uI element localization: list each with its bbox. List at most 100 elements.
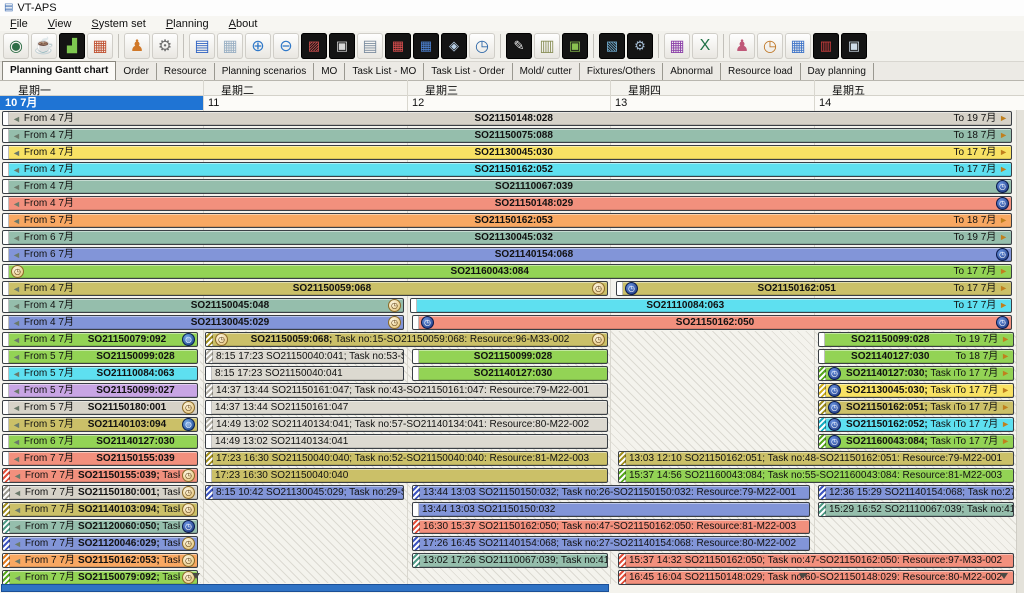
- gantt-bar[interactable]: 12:36 15:29 SO21140154:068; Task no:27-S…: [818, 485, 1014, 500]
- scroll-down-arrow[interactable]: [799, 573, 807, 579]
- alarm-clock-icon[interactable]: ◷: [757, 33, 783, 59]
- date-cell[interactable]: 13: [610, 96, 627, 110]
- gantt-bar[interactable]: ◄From 7 7月SO21140103:094; Task n...◷: [2, 502, 198, 517]
- gantt-bar[interactable]: 13:44 13:03 SO21150150:032; Task no:26-S…: [412, 485, 810, 500]
- gantt-bar[interactable]: ◄From 4 7月SO21150075:088To 18 7月 ►: [2, 128, 1012, 143]
- menu-planning[interactable]: Planning: [156, 18, 219, 30]
- gantt-bar[interactable]: ◄From 4 7月SO21150079:092◍: [2, 332, 198, 347]
- calendar-icon[interactable]: ▦: [87, 33, 113, 59]
- tab-planning-scenarios[interactable]: Planning scenarios: [215, 63, 315, 80]
- gantt-bar[interactable]: ◄From 4 7月SO21150148:028To 19 7月 ►: [2, 111, 1012, 126]
- gantt-bar[interactable]: ◷SO21150162:051; Task no:4...To 17 7月 ►: [818, 400, 1014, 415]
- gantt-bar[interactable]: 14:49 13:02 SO21140134:041; Task no:57-S…: [205, 417, 608, 432]
- tab-mold-cutter[interactable]: Mold/ cutter: [513, 63, 580, 80]
- menu-about[interactable]: About: [219, 18, 268, 30]
- blocks-dark-icon[interactable]: ▦: [413, 33, 439, 59]
- gantt-bar[interactable]: ◄From 4 7月SO21110067:039◷: [2, 179, 1012, 194]
- gantt-bar[interactable]: ◷SO21140127:030; Task no:2...To 17 7月 ►: [818, 366, 1014, 381]
- shield-dark-icon[interactable]: ◈: [441, 33, 467, 59]
- tab-task-list-order[interactable]: Task List - Order: [424, 63, 512, 80]
- gears-icon[interactable]: ⚙: [152, 33, 178, 59]
- folder-dark-icon[interactable]: ▧: [599, 33, 625, 59]
- gantt-bar[interactable]: ◷SO21160043:084To 17 7月 ►: [2, 264, 1012, 279]
- gantt-bar[interactable]: 13:44 13:03 SO21150150:032: [412, 502, 810, 517]
- clock-map-icon[interactable]: ◷: [469, 33, 495, 59]
- tab-planning-gantt-chart[interactable]: Planning Gantt chart: [2, 61, 116, 80]
- gantt-bar[interactable]: ◷SO21150162:052; Task no:4...To 17 7月 ►: [818, 417, 1014, 432]
- gantt-bar[interactable]: ◄From 4 7月SO21150148:029◷: [2, 196, 1012, 211]
- gantt-bar[interactable]: ◄From 4 7月SO21130045:029◷: [2, 315, 404, 330]
- date-cell[interactable]: 10 7月: [0, 96, 203, 110]
- gantt-bar[interactable]: ◄From 7 7月SO21150180:001; Task n...◷: [2, 485, 198, 500]
- gantt-bar[interactable]: 15:29 16:52 SO21110067:039; Task no:41-S…: [818, 502, 1014, 517]
- gantt-bar[interactable]: SO21150099:028To 19 7月 ►: [818, 332, 1014, 347]
- chart-icon[interactable]: ▟: [59, 33, 85, 59]
- table-chart-icon[interactable]: ▦: [217, 33, 243, 59]
- person-clock-icon[interactable]: ♟: [729, 33, 755, 59]
- gantt-bar[interactable]: 15:37 14:56 SO21160043:084; Task no:55-S…: [618, 468, 1014, 483]
- menu-system-set[interactable]: System set: [81, 18, 155, 30]
- gantt-bar[interactable]: ◄From 7 7月SO21120046:029; Task n...◷: [2, 536, 198, 551]
- gantt-bar[interactable]: ◷SO21150059:068; Task no:15-SO21150059:0…: [205, 332, 608, 347]
- gantt-bar[interactable]: ◄From 6 7月SO21140154:068◷: [2, 247, 1012, 262]
- gantt-bar[interactable]: 17:23 16:30 SO21150040:040: [205, 468, 608, 483]
- gantt-bar[interactable]: 8:15 17:23 SO21150040:041: [205, 366, 404, 381]
- tab-fixtures-others[interactable]: Fixtures/Others: [580, 63, 663, 80]
- grid-red-blue-icon[interactable]: ▦: [385, 33, 411, 59]
- gantt-bar[interactable]: ◄From 5 7月SO21110084:063: [2, 366, 198, 381]
- gantt-bar[interactable]: ◄From 7 7月SO21150155:039; Task n...◷: [2, 468, 198, 483]
- grid-purple-icon[interactable]: ▦: [664, 33, 690, 59]
- scroll-down-arrow[interactable]: [1000, 573, 1008, 579]
- gantt-bar[interactable]: ◄From 7 7月SO21150155:039: [2, 451, 198, 466]
- gantt-bar[interactable]: ◄From 4 7月SO21150162:052To 17 7月 ►: [2, 162, 1012, 177]
- teapot-icon[interactable]: ☕: [31, 33, 57, 59]
- tab-mo[interactable]: MO: [314, 63, 345, 80]
- gantt-bar[interactable]: ◄From 7 7月SO21150162:053; Task n...◷: [2, 553, 198, 568]
- gantt-bar[interactable]: SO21140127:030: [412, 366, 608, 381]
- tab-resource[interactable]: Resource: [157, 63, 215, 80]
- tab-abnormal[interactable]: Abnormal: [663, 63, 721, 80]
- vertical-scrollbar[interactable]: [1016, 110, 1024, 593]
- knife-dark-icon[interactable]: ✎: [506, 33, 532, 59]
- gantt-bar[interactable]: 13:02 17:26 SO21110067:039; Task no:41-S…: [412, 553, 608, 568]
- printer-icon[interactable]: ▤: [357, 33, 383, 59]
- gantt-bar[interactable]: SO21150099:028: [412, 349, 608, 364]
- excel-icon[interactable]: X: [692, 33, 718, 59]
- gantt-bar[interactable]: 16:30 15:37 SO21150162:050; Task no:47-S…: [412, 519, 810, 534]
- gantt-bar[interactable]: ◷SO21160043:084; Task no:5...To 17 7月 ►: [818, 434, 1014, 449]
- gantt-bar[interactable]: 15:37 14:32 SO21150162:050; Task no:47-S…: [618, 553, 1014, 568]
- scroll-down-arrow[interactable]: [192, 573, 200, 579]
- gantt-bar[interactable]: ◄From 6 7月SO21130045:032To 19 7月 ►: [2, 230, 1012, 245]
- tab-task-list-mo[interactable]: Task List - MO: [345, 63, 424, 80]
- gantt-bar[interactable]: 16:45 16:04 SO21150148:029; Task no:60-S…: [618, 570, 1014, 585]
- person-list-icon[interactable]: ♟: [124, 33, 150, 59]
- gear-dark-icon[interactable]: ⚙: [627, 33, 653, 59]
- gantt-bar[interactable]: 14:49 13:02 SO21140134:041: [205, 434, 608, 449]
- books-red-icon[interactable]: ▥: [813, 33, 839, 59]
- tag-dark-icon[interactable]: ▨: [301, 33, 327, 59]
- save-dark-icon[interactable]: ▣: [329, 33, 355, 59]
- zoom-out-icon[interactable]: ⊖: [273, 33, 299, 59]
- gantt-bar[interactable]: ◄From 5 7月SO21140103:094◍: [2, 417, 198, 432]
- gantt-bar[interactable]: SO21110084:063To 17 7月 ►: [410, 298, 1012, 313]
- gantt-bar[interactable]: ◄From 7 7月SO21150079:092; Task n...◷: [2, 570, 198, 585]
- date-cell[interactable]: 11: [203, 96, 219, 110]
- date-cell[interactable]: 14: [814, 96, 831, 110]
- gantt-bar[interactable]: ◄From 5 7月SO21150099:027: [2, 383, 198, 398]
- floppy-dark-icon[interactable]: ▣: [841, 33, 867, 59]
- gantt-bar[interactable]: ◄From 7 7月SO21120060:050; Task n...◷: [2, 519, 198, 534]
- gantt-bar[interactable]: ◷SO21130045:030; Task no:3...To 17 7月 ►: [818, 383, 1014, 398]
- lens-icon[interactable]: ◉: [3, 33, 29, 59]
- menu-file[interactable]: File: [0, 18, 38, 30]
- gantt-bar[interactable]: SO21140127:030To 18 7月 ►: [818, 349, 1014, 364]
- hscroll-thumb[interactable]: [1, 584, 609, 592]
- gantt-bar[interactable]: 17:26 16:45 SO21140154:068; Task no:27-S…: [412, 536, 810, 551]
- gantt-bar[interactable]: ◄From 4 7月SO21150059:068◷: [2, 281, 608, 296]
- gantt-bar[interactable]: ◄From 5 7月SO21150099:028: [2, 349, 198, 364]
- gantt-bar[interactable]: ◄From 5 7月SO21150180:001◷: [2, 400, 198, 415]
- gantt-bar[interactable]: ◷SO21150162:051To 17 7月 ►: [616, 281, 1012, 296]
- gantt-bar[interactable]: ◄From 5 7月SO21150162:053To 18 7月 ►: [2, 213, 1012, 228]
- gantt-bar[interactable]: ◄From 6 7月SO21140127:030: [2, 434, 198, 449]
- clipboard-clock-icon[interactable]: ▥: [534, 33, 560, 59]
- date-cell[interactable]: 12: [407, 96, 424, 110]
